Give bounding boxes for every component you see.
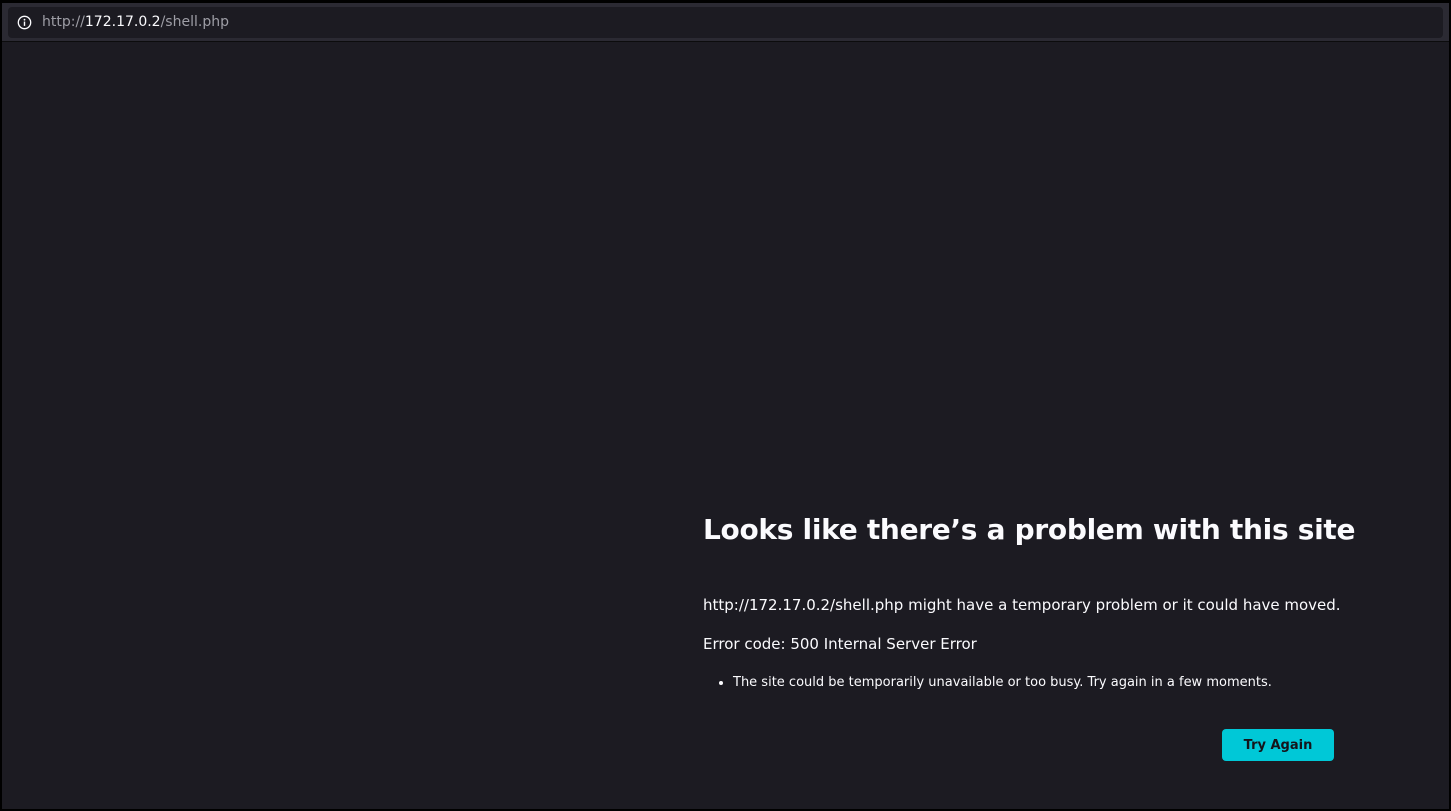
error-container: Looks like there’s a problem with this s… — [703, 513, 1356, 761]
url-host: 172.17.0.2 — [84, 14, 161, 30]
page-content: Looks like there’s a problem with this s… — [2, 43, 1449, 809]
error-code: Error code: 500 Internal Server Error — [703, 635, 977, 653]
suggestion-list: The site could be temporarily unavailabl… — [703, 674, 1272, 692]
address-bar[interactable]: http://172.17.0.2/shell.php — [8, 7, 1443, 38]
info-circle-icon[interactable] — [17, 15, 32, 30]
error-description: http://172.17.0.2/shell.php might have a… — [703, 596, 1341, 614]
error-title: Looks like there’s a problem with this s… — [703, 513, 1356, 546]
url-path: /shell.php — [160, 14, 229, 30]
url-text[interactable]: http://172.17.0.2/shell.php — [42, 14, 229, 31]
suggestion-item: The site could be temporarily unavailabl… — [733, 674, 1272, 692]
url-scheme: http:// — [42, 14, 85, 30]
browser-toolbar: http://172.17.0.2/shell.php — [2, 3, 1449, 42]
try-again-button[interactable]: Try Again — [1222, 729, 1334, 761]
browser-window: http://172.17.0.2/shell.php Looks like t… — [2, 3, 1449, 809]
